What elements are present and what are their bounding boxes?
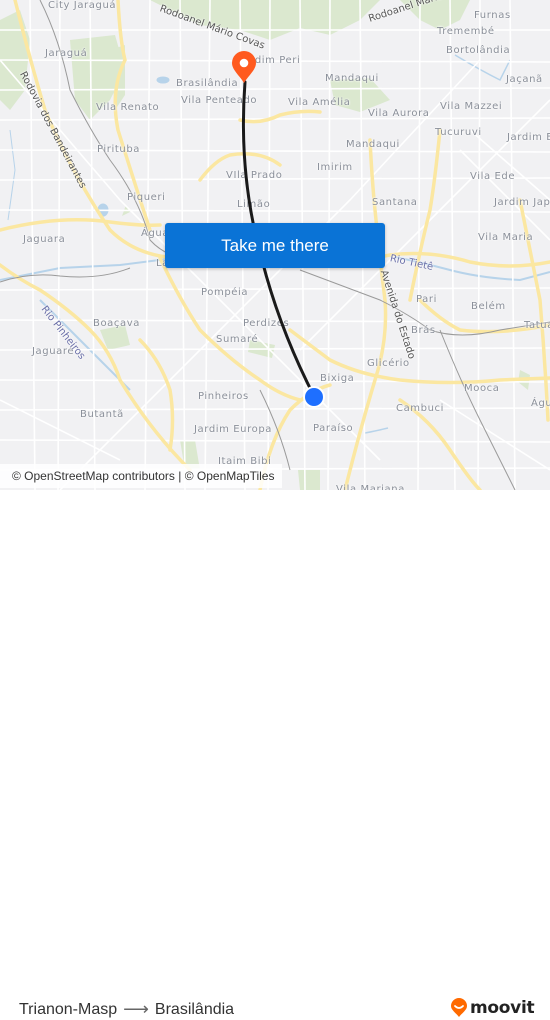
origin-dot-icon [305,388,323,406]
map-canvas[interactable]: City Jaraguá Jaraguá Brasilândia Vila Pente… [0,0,550,490]
moovit-pin-icon [451,998,467,1017]
origin-name: Trianon-Masp [19,1000,118,1018]
brand-wordmark: moovit [470,998,535,1018]
destination-marker[interactable] [232,51,256,83]
moovit-logo[interactable]: moovit [450,998,535,1018]
footer-bar: Trianon-Masp ⟶ Brasilândia moovit [0,490,550,1019]
destination-name: Brasilândia [154,1000,235,1018]
attribution-text[interactable]: © OpenStreetMap contributors | © OpenMap… [12,469,274,483]
arrow-right-icon: ⟶ [123,999,149,1019]
origin-marker[interactable] [303,386,325,408]
take-me-there-button[interactable]: Take me there [165,223,385,268]
map-attribution: © OpenStreetMap contributors | © OpenMap… [0,464,283,488]
route-title: Trianon-Masp ⟶ Brasilândia [19,999,234,1020]
pin-center-dot [239,58,249,68]
